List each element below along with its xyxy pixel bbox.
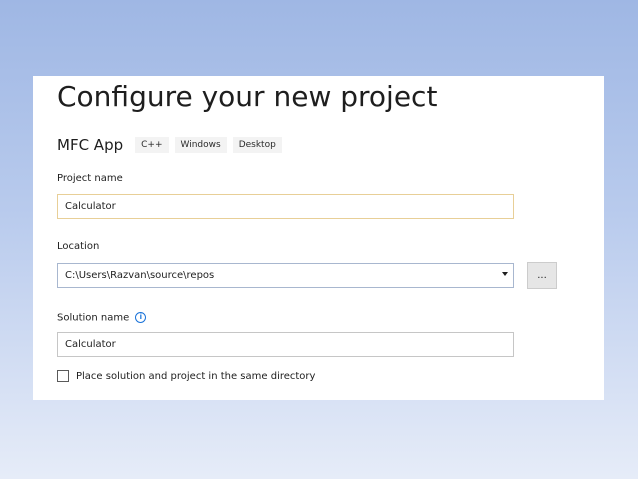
- location-combobox[interactable]: C:\Users\Razvan\source\repos: [57, 263, 514, 288]
- location-label: Location: [57, 241, 100, 252]
- tag-language: C++: [135, 137, 169, 153]
- page-title: Configure your new project: [57, 80, 438, 113]
- project-name-label: Project name: [57, 173, 123, 184]
- solution-name-label-row: Solution name i: [57, 312, 147, 324]
- tag-platform: Windows: [174, 137, 227, 153]
- solution-name-value: Calculator: [65, 339, 116, 350]
- solution-name-input[interactable]: Calculator: [57, 332, 514, 357]
- tag-project-type: Desktop: [232, 137, 282, 153]
- chevron-down-icon[interactable]: [502, 272, 508, 276]
- template-name: MFC App: [57, 136, 124, 154]
- configure-project-dialog: Configure your new project MFC App C++ W…: [33, 76, 604, 400]
- location-value: C:\Users\Razvan\source\repos: [65, 270, 215, 281]
- info-icon[interactable]: i: [135, 312, 147, 323]
- solution-name-label: Solution name: [57, 312, 130, 324]
- project-name-value: Calculator: [65, 201, 116, 212]
- project-name-input[interactable]: Calculator: [57, 194, 514, 219]
- template-summary: MFC App C++ Windows Desktop: [57, 134, 288, 156]
- same-directory-label[interactable]: Place solution and project in the same d…: [76, 371, 315, 382]
- same-directory-checkbox[interactable]: [57, 370, 69, 382]
- browse-location-button[interactable]: ...: [527, 262, 557, 289]
